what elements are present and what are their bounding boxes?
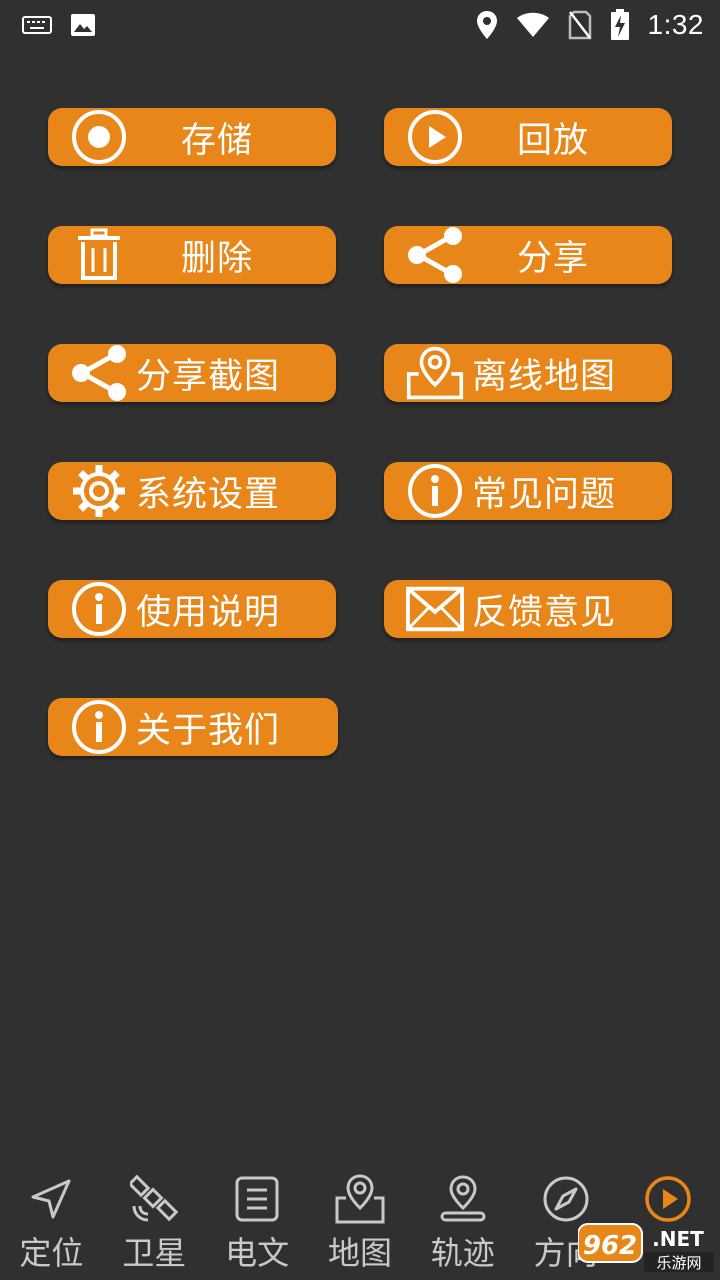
share-icon xyxy=(406,226,464,284)
faq-label: 常见问题 xyxy=(472,474,617,515)
instructions-button[interactable]: 使用说明 xyxy=(48,580,336,638)
app-screen: 1:32 存储 回放 删除 分享 分享截图 离线地图 系统设置 常见问题 使用说… xyxy=(0,0,720,1280)
share-button[interactable]: 分享 xyxy=(384,226,672,284)
playback-button-label: 回放 xyxy=(516,120,589,161)
mail-icon xyxy=(406,580,464,638)
info-icon xyxy=(406,462,464,520)
satellite-icon xyxy=(130,1170,179,1228)
delete-button-label: 删除 xyxy=(180,238,253,279)
map-icon xyxy=(334,1170,386,1228)
nav-label-track: 轨迹 xyxy=(430,1234,495,1272)
navigation-arrow-icon xyxy=(29,1170,73,1228)
image-icon xyxy=(70,13,96,37)
nav-label-map: 地图 xyxy=(327,1234,392,1272)
watermark-962: 962 xyxy=(583,1231,637,1261)
nav-item-satellite[interactable]: 卫星 xyxy=(103,1170,205,1274)
nav-label-message: 电文 xyxy=(225,1234,290,1272)
nav-label-location: 定位 xyxy=(19,1234,84,1272)
nav-item-track[interactable]: 轨迹 xyxy=(412,1170,514,1274)
nav-item-location[interactable]: 定位 xyxy=(0,1170,102,1274)
offline-map-label: 离线地图 xyxy=(472,356,617,397)
status-time: 1:32 xyxy=(647,9,704,40)
about-us-button[interactable]: 关于我们 xyxy=(48,698,338,756)
status-right: 1:32 xyxy=(476,9,705,41)
share-icon xyxy=(70,344,128,402)
watermark-logo: 962 .NET 乐游网 xyxy=(577,1222,716,1274)
track-pin-icon xyxy=(439,1170,487,1228)
system-settings-label: 系统设置 xyxy=(136,474,281,515)
info-icon xyxy=(70,580,128,638)
play-circle-icon xyxy=(406,108,464,166)
gear-icon xyxy=(70,462,128,520)
playback-button[interactable]: 回放 xyxy=(384,108,672,166)
info-icon xyxy=(70,698,128,756)
faq-button[interactable]: 常见问题 xyxy=(384,462,672,520)
nav-item-map[interactable]: 地图 xyxy=(309,1170,411,1274)
share-button-label: 分享 xyxy=(516,238,589,279)
keyboard-icon xyxy=(22,14,52,36)
nav-label-satellite: 卫星 xyxy=(122,1234,187,1272)
store-button-label: 存储 xyxy=(180,120,253,161)
share-screenshot-button[interactable]: 分享截图 xyxy=(48,344,336,402)
wifi-icon xyxy=(516,12,550,38)
feedback-button[interactable]: 反馈意见 xyxy=(384,580,672,638)
battery-charging-icon xyxy=(610,9,630,41)
watermark-net: .NET xyxy=(652,1227,704,1251)
share-screenshot-label: 分享截图 xyxy=(136,356,281,397)
delete-button[interactable]: 删除 xyxy=(48,226,336,284)
play-circle-icon xyxy=(644,1170,692,1228)
no-sim-icon xyxy=(568,10,592,40)
offline-map-button[interactable]: 离线地图 xyxy=(384,344,672,402)
watermark-site: 乐游网 xyxy=(656,1254,701,1272)
system-settings-button[interactable]: 系统设置 xyxy=(48,462,336,520)
status-bar: 1:32 xyxy=(0,0,720,50)
trash-icon xyxy=(70,226,128,284)
map-pin-icon xyxy=(406,344,464,402)
instructions-label: 使用说明 xyxy=(136,592,281,633)
store-button[interactable]: 存储 xyxy=(48,108,336,166)
document-icon xyxy=(235,1170,279,1228)
record-icon xyxy=(70,108,128,166)
status-left xyxy=(22,13,96,37)
feedback-label: 反馈意见 xyxy=(472,592,617,633)
nav-item-more[interactable] xyxy=(617,1170,719,1228)
location-icon xyxy=(476,10,498,40)
nav-item-message[interactable]: 电文 xyxy=(206,1170,308,1274)
compass-icon xyxy=(542,1170,590,1228)
about-us-label: 关于我们 xyxy=(136,710,281,751)
